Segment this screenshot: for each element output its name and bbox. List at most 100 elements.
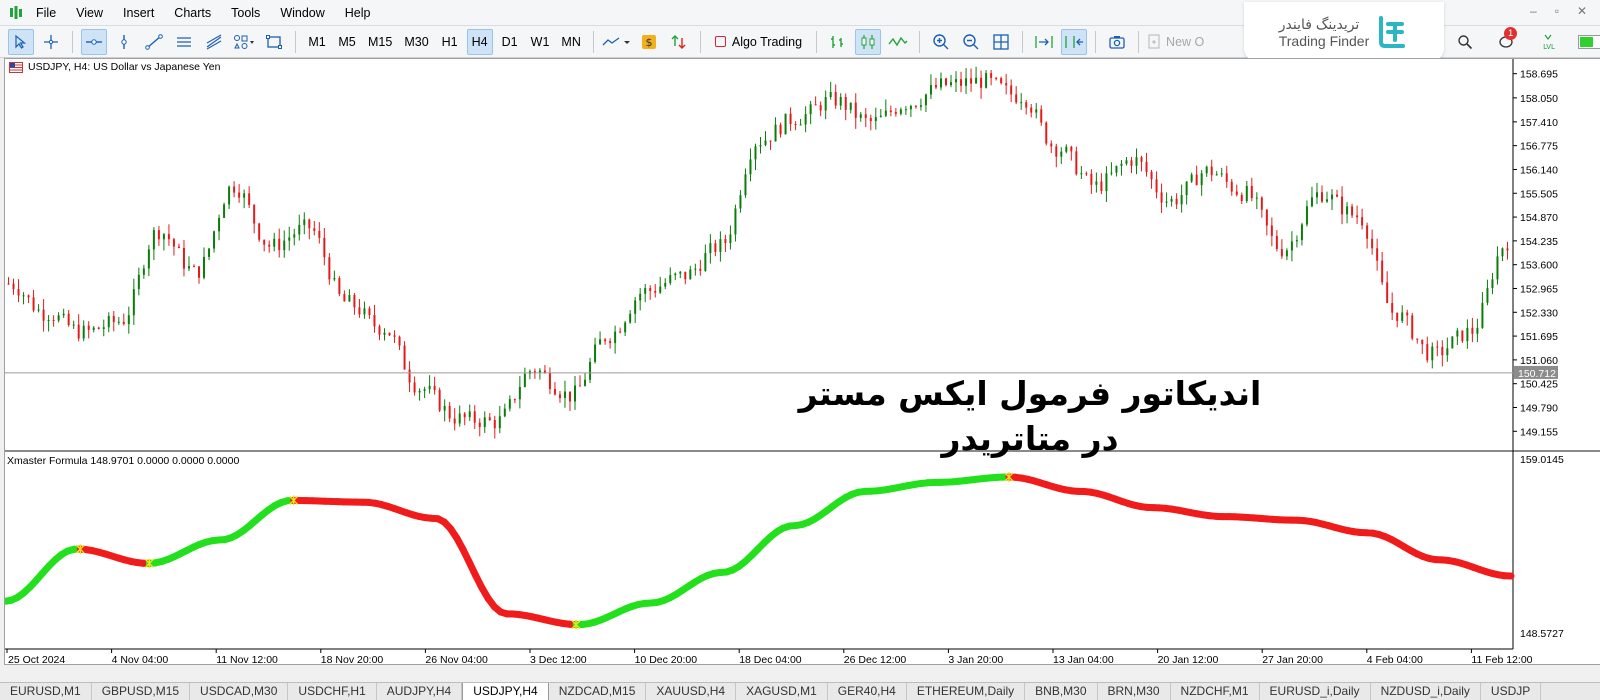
- candle-body: [1015, 94, 1018, 103]
- timeframe-m5[interactable]: M5: [334, 29, 360, 55]
- fibonacci-tool-button[interactable]: [201, 29, 227, 55]
- menu-file[interactable]: File: [26, 0, 66, 26]
- channel-tool-button[interactable]: [171, 29, 197, 55]
- line-chart-button[interactable]: [885, 29, 911, 55]
- timeframe-w1[interactable]: W1: [527, 29, 554, 55]
- tab-brn-m30[interactable]: BRN,M30: [1098, 683, 1171, 700]
- candle-body: [614, 331, 617, 344]
- tab-xauusd-h4[interactable]: XAUUSD,H4: [646, 683, 737, 700]
- tab-usdjp[interactable]: USDJP: [1481, 683, 1542, 700]
- tab-eurusd-m1[interactable]: EURUSD,M1: [0, 683, 92, 700]
- grid-icon[interactable]: [988, 29, 1014, 55]
- candle-body: [1285, 250, 1288, 257]
- search-icon[interactable]: [1452, 29, 1478, 55]
- horizontal-line-tool-button[interactable]: [81, 28, 107, 55]
- candle-body: [298, 224, 301, 235]
- menu-tools[interactable]: Tools: [221, 0, 270, 26]
- rectangle-tool-button[interactable]: [261, 29, 287, 55]
- tab-nzdusd-i-daily[interactable]: NZDUSD_i,Daily: [1371, 683, 1481, 700]
- tab-gbpusd-m15[interactable]: GBPUSD,M15: [92, 683, 191, 700]
- candle-body: [1476, 327, 1479, 334]
- candle-body: [854, 102, 857, 118]
- menu-insert[interactable]: Insert: [113, 0, 164, 26]
- vertical-line-tool-button[interactable]: [111, 29, 137, 55]
- candle-body: [944, 78, 947, 86]
- timeframe-m30[interactable]: M30: [400, 29, 432, 55]
- tab-audjpy-h4[interactable]: AUDJPY,H4: [377, 683, 463, 700]
- candlestick-chart-button[interactable]: [855, 28, 882, 55]
- chart-shift-icon[interactable]: [1061, 28, 1088, 55]
- trendline-tool-button[interactable]: [141, 29, 167, 55]
- candle-body: [102, 327, 105, 329]
- crosshair-tool-button[interactable]: [38, 29, 64, 55]
- chart-canvas[interactable]: 158.695 158.050 157.410 156.775 156.140 155.5…: [5, 59, 1600, 664]
- candle-body: [1190, 174, 1193, 182]
- algo-trading-button[interactable]: Algo Trading: [709, 29, 808, 55]
- tab-usdcad-m30[interactable]: USDCAD,M30: [190, 683, 289, 700]
- menu-view[interactable]: View: [66, 0, 113, 26]
- lvl-signal-icon[interactable]: LVL: [1536, 29, 1562, 55]
- autoscroll-icon[interactable]: [1031, 29, 1057, 55]
- menu-charts[interactable]: Charts: [164, 0, 221, 26]
- tab-nzdchf-m1[interactable]: NZDCHF,M1: [1171, 683, 1260, 700]
- candle-body: [644, 288, 647, 294]
- timeframe-h1[interactable]: H1: [437, 29, 463, 55]
- menu-help[interactable]: Help: [335, 0, 381, 26]
- candle-body: [834, 92, 837, 106]
- tab-usdchf-h1[interactable]: USDCHF,H1: [288, 683, 377, 700]
- minimize-icon[interactable]: –: [1530, 4, 1537, 18]
- price-label: 151.060: [1520, 355, 1558, 367]
- menu-window[interactable]: Window: [270, 0, 334, 26]
- candle-body: [699, 268, 702, 271]
- candle-body: [398, 336, 401, 346]
- zoom-in-icon[interactable]: [928, 29, 954, 55]
- candle-body: [1336, 194, 1339, 197]
- timeframe-m1[interactable]: M1: [304, 29, 330, 55]
- dollar-icon[interactable]: $: [636, 29, 662, 55]
- candle-body: [594, 344, 597, 362]
- indicators-dropdown-button[interactable]: [602, 29, 632, 55]
- timeframe-mn[interactable]: MN: [557, 29, 584, 55]
- time-label: 27 Jan 20:00: [1262, 654, 1323, 664]
- candle-body: [228, 186, 231, 205]
- tab-ger40-h4[interactable]: GER40,H4: [828, 683, 907, 700]
- screenshot-icon[interactable]: [1104, 29, 1130, 55]
- time-label: 18 Nov 20:00: [321, 654, 384, 664]
- chart-window[interactable]: 158.695 158.050 157.410 156.775 156.140 155.5…: [4, 58, 1600, 665]
- candle-body: [919, 105, 922, 107]
- restore-icon[interactable]: ▫: [1555, 4, 1559, 18]
- connection-status-bar[interactable]: [1578, 29, 1600, 55]
- tab-nzdcad-m15[interactable]: NZDCAD,M15: [549, 683, 647, 700]
- candle-body: [248, 193, 251, 205]
- close-icon[interactable]: ✕: [1577, 4, 1587, 18]
- notifications-button[interactable]: 1: [1494, 27, 1520, 55]
- zoom-out-icon[interactable]: [958, 29, 984, 55]
- candle-body: [273, 238, 276, 247]
- timeframe-d1[interactable]: D1: [497, 29, 523, 55]
- tab-bnb-m30[interactable]: BNB,M30: [1025, 683, 1098, 700]
- time-label: 18 Dec 04:00: [739, 654, 802, 664]
- candle-body: [1341, 196, 1344, 215]
- trading-finder-logo: تریدینگ فایندر Trading Finder: [1244, 2, 1444, 62]
- shapes-tool-button[interactable]: [231, 29, 257, 55]
- candle-body: [1060, 151, 1063, 157]
- timeframe-m15[interactable]: M15: [364, 29, 396, 55]
- candle-body: [37, 309, 40, 311]
- signals-icon[interactable]: [666, 29, 692, 55]
- candle-body: [1406, 312, 1409, 316]
- candle-body: [995, 77, 998, 79]
- candle-body: [649, 288, 652, 291]
- cursor-tool-button[interactable]: [8, 28, 34, 55]
- trading-finder-logo-icon: [1379, 16, 1406, 48]
- timeframe-h4[interactable]: H4: [466, 28, 493, 55]
- candle-body: [1441, 346, 1444, 356]
- tab-xagusd-m1[interactable]: XAGUSD,M1: [736, 683, 828, 700]
- candle-body: [72, 324, 75, 326]
- candle-body: [1471, 327, 1474, 334]
- tab-ethereum-daily[interactable]: ETHEREUM,Daily: [907, 683, 1026, 700]
- tab-eurusd-i-daily[interactable]: EURUSD_i,Daily: [1260, 683, 1371, 700]
- tab-usdjpy-h4[interactable]: USDJPY,H4: [462, 683, 549, 700]
- new-order-button[interactable]: New O: [1147, 29, 1204, 55]
- candle-body: [970, 78, 973, 84]
- bar-chart-button[interactable]: [825, 29, 851, 55]
